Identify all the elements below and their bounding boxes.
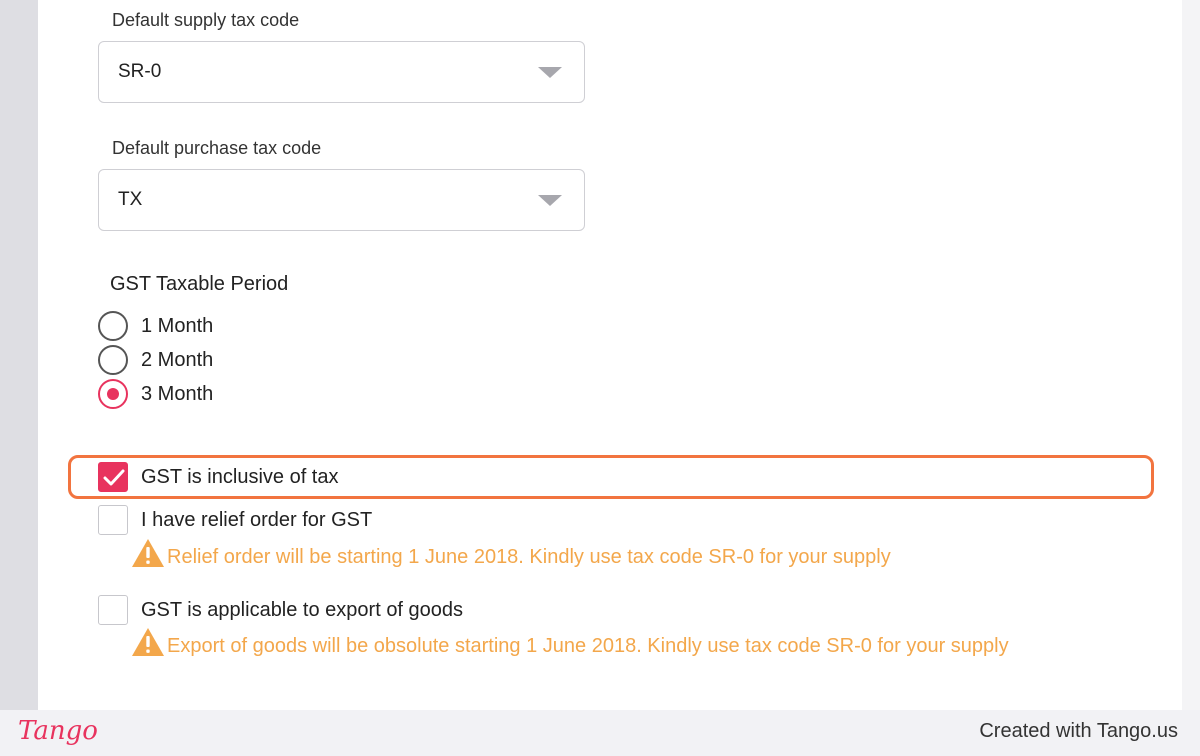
radio-label: 1 Month [141,314,214,337]
checkbox[interactable] [98,505,128,535]
radio-option-2-month[interactable]: 2 Month [98,345,213,375]
relief-warning: Relief order will be starting 1 June 201… [131,538,891,568]
purchase-tax-value: TX [118,189,143,210]
taxable-period-label: GST Taxable Period [110,273,289,295]
checkbox-row-relief[interactable]: I have relief order for GST [98,505,372,535]
checkbox-row-inclusive[interactable]: GST is inclusive of tax [98,462,338,492]
supply-tax-select[interactable]: SR-0 [98,41,585,103]
warning-icon [132,628,164,656]
purchase-tax-select[interactable]: TX [98,169,585,231]
checkbox-label: GST is inclusive of tax [141,465,339,488]
checkbox-label: GST is applicable to export of goods [141,598,464,621]
right-scroll-rail [1182,0,1200,710]
footer-credit: Created with Tango.us [979,720,1178,742]
checkbox-checked[interactable] [98,462,128,492]
supply-tax-value: SR-0 [118,61,162,82]
warning-text: Relief order will be starting 1 June 201… [167,546,891,568]
checkbox-row-export[interactable]: GST is applicable to export of goods [98,595,463,625]
radio-option-1-month[interactable]: 1 Month [98,311,213,341]
radio-option-3-month[interactable]: 3 Month [98,379,213,409]
radio-button[interactable] [98,311,128,341]
warning-text: Export of goods will be obsolute startin… [167,635,1009,657]
checkbox[interactable] [98,595,128,625]
radio-button-selected[interactable] [98,379,128,409]
purchase-tax-label: Default purchase tax code [112,138,322,158]
left-scroll-rail [0,0,38,710]
checkmark-icon [103,469,125,486]
supply-tax-label: Default supply tax code [112,10,300,30]
radio-button[interactable] [98,345,128,375]
tango-logo: Tango [18,716,98,746]
chevron-down-icon [538,67,562,78]
radio-label: 2 Month [141,348,214,371]
radio-label: 3 Month [141,382,214,405]
checkbox-label: I have relief order for GST [141,508,373,531]
export-warning: Export of goods will be obsolute startin… [131,627,1009,657]
chevron-down-icon [538,195,562,206]
warning-icon [132,539,164,567]
footer-bar: Tango Created with Tango.us [0,710,1200,756]
